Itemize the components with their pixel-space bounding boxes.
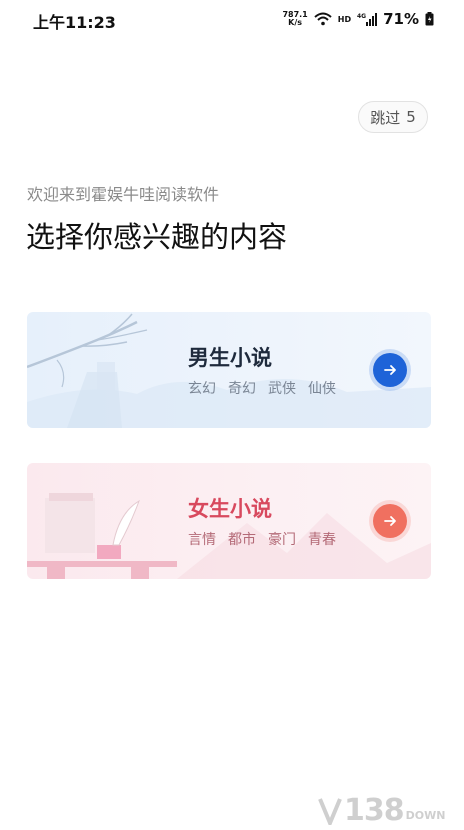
wifi-icon: [314, 12, 332, 26]
battery-percent: 71%: [383, 10, 419, 28]
tag-xuanhuan: 玄幻: [188, 381, 216, 397]
network-speed: 787.1 K/s: [282, 11, 307, 27]
male-novel-tags: 玄幻 奇幻 武侠 仙侠: [188, 378, 336, 398]
male-novel-title: 男生小说: [188, 345, 272, 370]
status-bar: 上午11:23 787.1 K/s HD 4G 71%: [0, 0, 464, 38]
tag-yanqing: 言情: [188, 532, 216, 548]
tag-wuxia: 武侠: [268, 381, 296, 397]
skip-button[interactable]: 跳过 5: [358, 101, 428, 133]
tag-qihuan: 奇幻: [228, 381, 256, 397]
status-time: 上午11:23: [33, 13, 116, 32]
female-novel-tags: 言情 都市 豪门 青春: [188, 529, 336, 549]
tag-qingchun: 青春: [308, 532, 336, 548]
signal-4g-icon: 4G: [357, 13, 378, 26]
tag-xianxia: 仙侠: [308, 381, 336, 397]
skip-label: 跳过: [370, 108, 401, 127]
tag-haomen: 豪门: [268, 532, 296, 548]
tag-dushi: 都市: [228, 532, 256, 548]
female-novel-arrow-button[interactable]: [373, 504, 407, 538]
page-title: 选择你感兴趣的内容: [26, 220, 288, 254]
male-novel-card[interactable]: 男生小说 玄幻 奇幻 武侠 仙侠: [27, 312, 431, 428]
network-speed-unit: K/s: [288, 18, 303, 27]
arrow-right-icon: [384, 365, 396, 375]
female-novel-card[interactable]: 女生小说 言情 都市 豪门 青春: [27, 463, 431, 579]
battery-icon: [425, 12, 434, 26]
watermark-logo: 138 DOWN: [318, 790, 445, 830]
male-novel-arrow-button[interactable]: [373, 353, 407, 387]
female-novel-title: 女生小说: [188, 496, 272, 521]
hd-label: HD: [337, 14, 352, 24]
status-indicators: 787.1 K/s HD 4G 71%: [282, 8, 434, 30]
arrow-right-icon: [384, 516, 396, 526]
watermark-number: 138: [344, 792, 405, 828]
skip-countdown: 5: [406, 108, 416, 126]
welcome-subtitle: 欢迎来到霍娱牛哇阅读软件: [27, 185, 220, 204]
v-logo-icon: [318, 798, 342, 825]
svg-text:4G: 4G: [357, 13, 366, 20]
watermark-suffix: DOWN: [405, 808, 446, 822]
